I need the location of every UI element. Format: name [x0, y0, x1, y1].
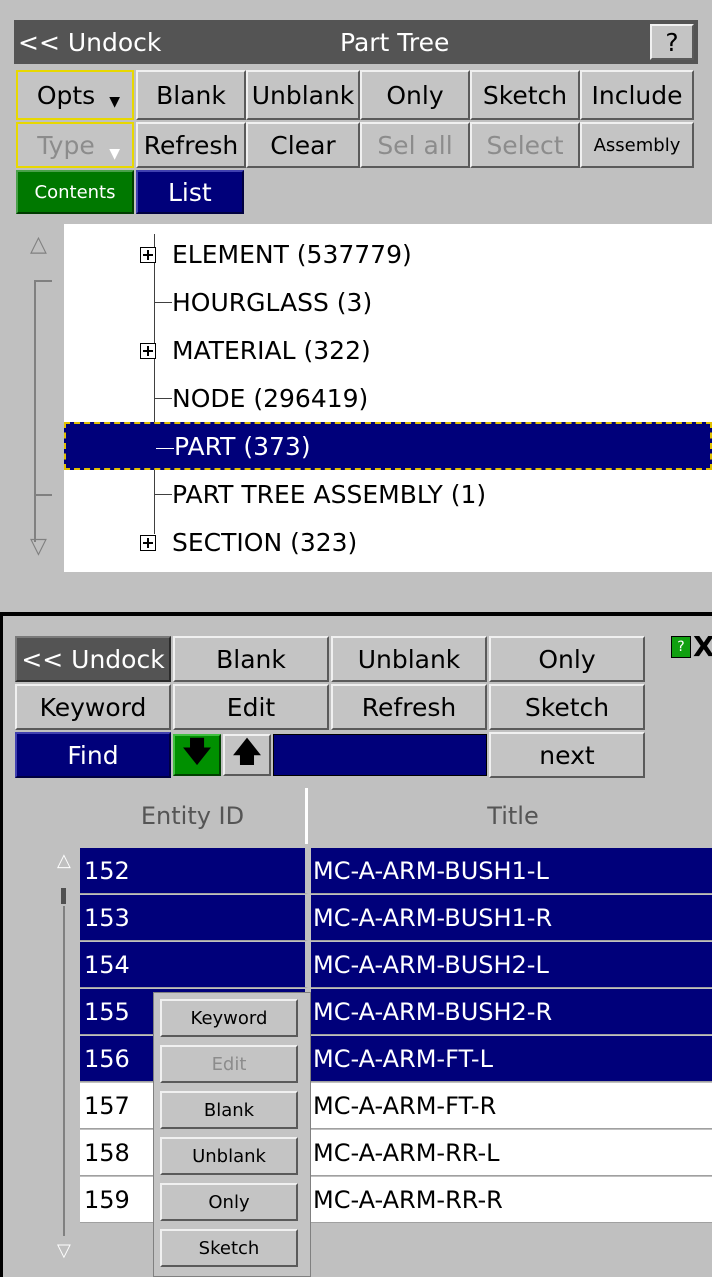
find-up-button[interactable]: 🡅 [223, 734, 271, 776]
unblank-button[interactable]: Unblank [246, 70, 360, 120]
tree-item-label: PART TREE ASSEMBLY (1) [172, 479, 487, 509]
type-button[interactable]: Type ▼ [16, 122, 134, 168]
tree-item[interactable]: ELEMENT (537779) [64, 230, 712, 278]
expand-plus-icon[interactable] [140, 535, 156, 551]
context-menu-item-unblank[interactable]: Unblank [160, 1137, 298, 1175]
only-button-list[interactable]: Only [489, 636, 645, 682]
clear-button[interactable]: Clear [246, 122, 360, 168]
tree-item-label: ELEMENT (537779) [172, 239, 412, 269]
tree-item-label: PART (373) [174, 431, 311, 461]
arrow-up-icon: 🡅 [232, 735, 262, 768]
tree-scrollbar[interactable]: △ ▽ [16, 224, 62, 572]
title-cell: MC-A-ARM-RR-L [311, 1130, 712, 1176]
tree-branch-line [156, 448, 174, 449]
tree-item-label: NODE (296419) [172, 383, 369, 413]
tree-branch-line [154, 398, 172, 399]
undock-button-list[interactable]: << Undock [15, 636, 171, 682]
entity-id-cell: 152 [80, 848, 308, 894]
panel-title: Part Tree [340, 27, 450, 57]
select-button[interactable]: Select [470, 122, 580, 168]
context-menu-item-blank[interactable]: Blank [160, 1091, 298, 1129]
table-row[interactable]: 154 MC-A-ARM-BUSH2-L [80, 942, 712, 988]
table-row[interactable]: 153 MC-A-ARM-BUSH1-R [80, 895, 712, 941]
refresh-button[interactable]: Refresh [136, 122, 246, 168]
scroll-thumb[interactable] [34, 280, 52, 464]
tree-item-label: HOURGLASS (3) [172, 287, 373, 317]
tree-item[interactable]: PART (373) [64, 422, 712, 470]
close-icon[interactable]: X [693, 630, 712, 663]
context-menu-item-sketch[interactable]: Sketch [160, 1229, 298, 1267]
scroll-down-arrow-icon[interactable]: ▽ [30, 534, 47, 559]
tree-item[interactable]: SECTION (323) [64, 518, 712, 566]
table-header: Entity ID Title [80, 788, 712, 844]
tree-item[interactable]: MATERIAL (322) [64, 326, 712, 374]
dropdown-arrow-icon: ▼ [109, 94, 120, 110]
title-cell: MC-A-ARM-BUSH1-R [311, 895, 712, 941]
tab-contents[interactable]: Contents [16, 170, 134, 214]
title-cell: MC-A-ARM-FT-L [311, 1036, 712, 1082]
scroll-up-arrow-icon[interactable]: △ [30, 232, 47, 257]
column-header-title[interactable]: Title [311, 788, 712, 844]
tree-item-label: MATERIAL (322) [172, 335, 371, 365]
entity-id-cell: 154 [80, 942, 308, 988]
sketch-button[interactable]: Sketch [470, 70, 580, 120]
tree-branch-line [154, 494, 172, 495]
tree-item-label: SECTION (323) [172, 527, 358, 557]
sketch-button-list[interactable]: Sketch [489, 684, 645, 730]
find-label: Find [15, 732, 171, 778]
include-button[interactable]: Include [580, 70, 694, 120]
list-scrollbar[interactable]: △ ▽ [51, 848, 77, 1268]
assembly-button[interactable]: Assembly [580, 122, 694, 168]
title-cell: MC-A-ARM-BUSH2-R [311, 989, 712, 1035]
tree-view[interactable]: ELEMENT (537779) HOURGLASS (3) MATERIAL (3… [64, 224, 712, 572]
next-button[interactable]: next [489, 732, 645, 778]
sel-all-button[interactable]: Sel all [360, 122, 470, 168]
part-tree-titlebar[interactable]: << Undock Part Tree ? [14, 20, 698, 64]
arrow-down-icon: 🡇 [182, 735, 212, 768]
blank-button-list[interactable]: Blank [173, 636, 329, 682]
dropdown-arrow-icon: ▼ [109, 146, 120, 162]
column-header-entity-id[interactable]: Entity ID [80, 788, 308, 844]
expand-plus-icon[interactable] [140, 343, 156, 359]
undock-button[interactable]: << Undock [18, 28, 161, 57]
unblank-button-list[interactable]: Unblank [331, 636, 487, 682]
refresh-button-list[interactable]: Refresh [331, 684, 487, 730]
opts-button[interactable]: Opts ▼ [16, 70, 134, 120]
context-menu-item-only[interactable]: Only [160, 1183, 298, 1221]
title-cell: MC-A-ARM-FT-R [311, 1083, 712, 1129]
title-cell: MC-A-ARM-BUSH1-L [311, 848, 712, 894]
tree-item[interactable]: HOURGLASS (3) [64, 278, 712, 326]
scroll-up-arrow-icon[interactable]: △ [57, 850, 71, 871]
expand-plus-icon[interactable] [140, 247, 156, 263]
find-down-button[interactable]: 🡇 [173, 734, 221, 776]
title-cell: MC-A-ARM-BUSH2-L [311, 942, 712, 988]
entity-id-cell: 153 [80, 895, 308, 941]
scroll-thumb[interactable] [61, 888, 66, 904]
help-button-list[interactable]: ? [671, 636, 691, 658]
tree-branch-line [154, 302, 172, 303]
context-menu-item-edit[interactable]: Edit [160, 1045, 298, 1083]
find-input[interactable] [273, 734, 487, 776]
keyword-button-list[interactable]: Keyword [15, 684, 171, 730]
part-tree-panel: << Undock Part Tree ? Opts ▼ Blank Unbla… [0, 0, 712, 612]
only-button[interactable]: Only [360, 70, 470, 120]
title-cell: MC-A-ARM-RR-R [311, 1177, 712, 1223]
context-menu-item-keyword[interactable]: Keyword [160, 999, 298, 1037]
blank-button[interactable]: Blank [136, 70, 246, 120]
tab-list[interactable]: List [136, 170, 244, 214]
tree-item[interactable]: NODE (296419) [64, 374, 712, 422]
help-button[interactable]: ? [650, 24, 694, 60]
scroll-down-arrow-icon[interactable]: ▽ [57, 1240, 71, 1261]
edit-button-list[interactable]: Edit [173, 684, 329, 730]
table-row[interactable]: 152 MC-A-ARM-BUSH1-L [80, 848, 712, 894]
entity-list-panel: << Undock Blank Unblank Only ? X Keyword… [0, 616, 712, 1277]
tree-item[interactable]: PART TREE ASSEMBLY (1) [64, 470, 712, 518]
context-menu: Keyword Edit Blank Unblank Only Sketch [153, 992, 311, 1277]
